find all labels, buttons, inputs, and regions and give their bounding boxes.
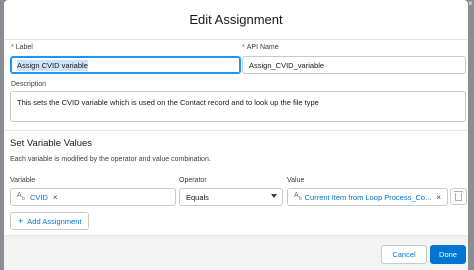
add-assignment-label: Add Assignment: [27, 216, 82, 226]
operator-select-value: Equals: [186, 192, 209, 202]
api-name-title: API Name: [246, 44, 279, 51]
required-mark: *: [242, 44, 245, 51]
text-resource-icon: [294, 192, 301, 202]
label-field-label: * Label: [11, 44, 33, 51]
remove-value-icon[interactable]: ×: [436, 193, 441, 202]
api-name-input-value: Assign_CVID_variable: [249, 60, 325, 70]
text-resource-icon: [17, 192, 26, 202]
cancel-button[interactable]: Cancel: [381, 245, 427, 264]
variable-pill-label: CVID: [30, 192, 48, 202]
modal-body: * Label Assign CVID variable * API Name As…: [4, 40, 468, 234]
label-title: Label: [15, 44, 33, 51]
column-label-operator: Operator: [179, 177, 207, 184]
modal-footer: Cancel Done: [4, 235, 468, 270]
section-title-set-variable-values: Set Variable Values: [10, 138, 93, 149]
trash-icon: [454, 190, 463, 201]
add-assignment-button[interactable]: + Add Assignment: [10, 212, 90, 230]
modal-backdrop-right: ×: [468, 0, 474, 270]
label-input-value: Assign CVID variable: [17, 59, 88, 71]
remove-variable-icon[interactable]: ×: [53, 193, 58, 202]
chevron-down-icon: [271, 194, 277, 198]
description-field-label: Description: [11, 81, 46, 88]
label-input[interactable]: Assign CVID variable: [10, 56, 241, 74]
done-button[interactable]: Done: [430, 245, 466, 264]
api-name-input[interactable]: Assign_CVID_variable: [242, 56, 466, 74]
description-title: Description: [11, 81, 47, 88]
column-label-value: Value: [287, 177, 305, 184]
required-mark: *: [11, 44, 14, 51]
section-help-text: Each variable is modified by the operato…: [10, 156, 211, 163]
section-divider: [4, 130, 468, 131]
modal-header: Edit Assignment: [4, 0, 468, 40]
description-textarea[interactable]: This sets the CVID variable which is use…: [10, 91, 466, 122]
modal-title: Edit Assignment: [189, 12, 283, 27]
value-pill-label: Current Item from Loop Process_Co...: [304, 192, 432, 202]
value-input[interactable]: Current Item from Loop Process_Co... ×: [287, 188, 448, 206]
column-label-variable: Variable: [10, 177, 36, 184]
plus-icon: +: [18, 216, 24, 226]
delete-assignment-button[interactable]: [450, 188, 467, 205]
edit-assignment-modal: Edit Assignment * Label Assign CVID varia…: [4, 0, 468, 270]
operator-select[interactable]: Equals: [179, 188, 283, 206]
variable-input[interactable]: CVID ×: [10, 188, 176, 206]
api-name-field-label: * API Name: [242, 44, 279, 51]
description-textarea-value: This sets the CVID variable which is use…: [17, 98, 319, 107]
